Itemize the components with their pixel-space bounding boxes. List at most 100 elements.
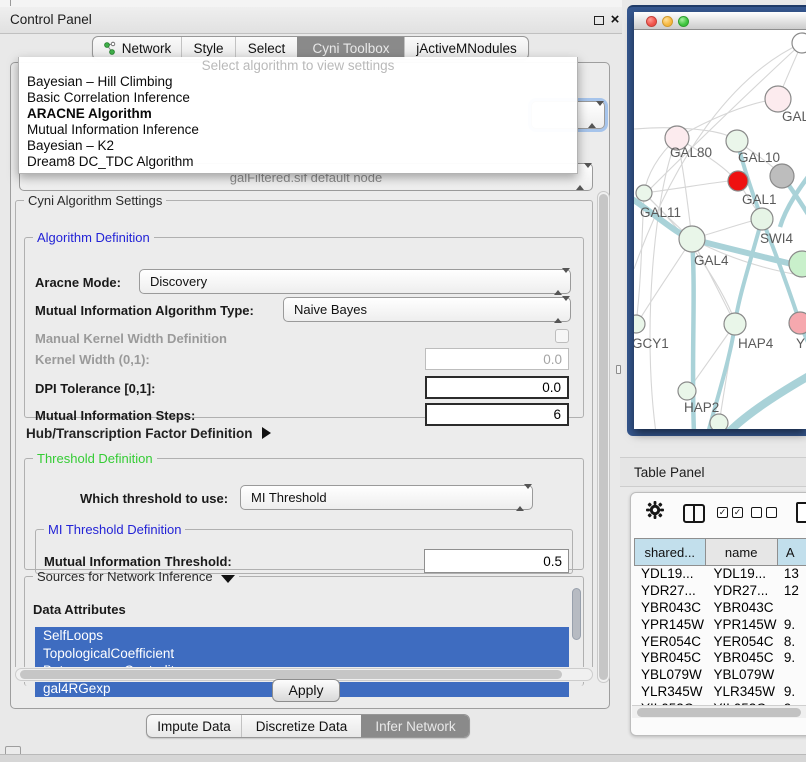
tab-network[interactable]: Network xyxy=(93,37,181,59)
network-node[interactable] xyxy=(636,185,652,201)
network-node[interactable] xyxy=(634,315,645,333)
network-window-titlebar[interactable] xyxy=(634,12,806,30)
tab-style[interactable]: Style xyxy=(181,37,235,59)
network-node[interactable] xyxy=(792,33,806,53)
tab-label: Impute Data xyxy=(157,719,231,734)
list-scrollbar-thumb[interactable] xyxy=(572,588,581,640)
tab-jactivemnodules[interactable]: jActiveMNodules xyxy=(404,37,528,59)
network-node-label: HAP2 xyxy=(684,400,719,415)
column-header-name[interactable]: name xyxy=(706,539,778,565)
network-edge[interactable] xyxy=(728,373,806,429)
gear-icon[interactable] xyxy=(645,500,665,525)
which-threshold-label: Which threshold to use: xyxy=(80,491,228,506)
algorithm-menu-item[interactable]: Dream8 DC_TDC Algorithm xyxy=(19,154,577,170)
network-node[interactable] xyxy=(726,130,748,152)
which-threshold-combobox[interactable]: MI Threshold xyxy=(240,485,533,510)
table-scrollbar-thumb[interactable] xyxy=(637,708,801,717)
table-row[interactable]: YDR27...YDR27...12 xyxy=(634,583,806,600)
tab-cyni-toolbox[interactable]: Cyni Toolbox xyxy=(297,37,404,59)
table-horizontal-scrollbar[interactable] xyxy=(632,705,806,718)
panel-splitter-handle[interactable] xyxy=(616,365,621,374)
algorithm-menu-items: Bayesian – Hill ClimbingBasic Correlatio… xyxy=(19,74,577,170)
network-edge[interactable] xyxy=(677,99,778,138)
column-header-partial[interactable]: A xyxy=(778,539,806,565)
network-node-label: HAP4 xyxy=(738,336,774,351)
manual-kernel-checkbox[interactable] xyxy=(555,329,569,343)
network-canvas[interactable]: GALGAL80GAL10GAL1GAL11SWI4GAL4GCY1HAP4YH… xyxy=(634,31,806,429)
tab-infer-network[interactable]: Infer Network xyxy=(361,715,469,737)
close-traffic-light[interactable] xyxy=(646,16,657,27)
algorithm-definition-legend: Algorithm Definition xyxy=(33,230,154,245)
attribute-list-item[interactable]: SelfLoops xyxy=(35,627,569,645)
tab-label: Discretize Data xyxy=(256,719,348,734)
zoom-traffic-light[interactable] xyxy=(678,16,689,27)
table-row[interactable]: YBL079WYBL079W xyxy=(634,667,806,684)
algorithm-menu-item[interactable]: Bayesian – K2 xyxy=(19,138,577,154)
table-cell: 9. xyxy=(779,684,806,701)
algorithm-menu-item[interactable]: ARACNE Algorithm xyxy=(19,106,577,122)
kernel-width-field[interactable]: 0.0 xyxy=(425,348,569,370)
mi-threshold-label: Mutual Information Threshold: xyxy=(44,554,232,569)
mi-threshold-group: MI Threshold Definition Mutual Informati… xyxy=(35,522,573,574)
tab-impute-data[interactable]: Impute Data xyxy=(147,715,241,737)
network-node-label: GAL xyxy=(782,109,806,124)
close-icon[interactable]: × xyxy=(607,11,623,29)
network-node[interactable] xyxy=(789,312,806,334)
attribute-list-item[interactable]: TopologicalCoefficient xyxy=(35,645,569,663)
network-node-label: GAL1 xyxy=(742,192,777,207)
network-node[interactable] xyxy=(678,382,696,400)
mi-type-label: Mutual Information Algorithm Type: xyxy=(35,303,254,318)
algorithm-menu-item[interactable]: Mutual Information Inference xyxy=(19,122,577,138)
table-cell: YER054C xyxy=(705,634,778,651)
tab-select[interactable]: Select xyxy=(235,37,297,59)
table-cell: YBL079W xyxy=(705,667,778,684)
table-row[interactable]: YER054CYER054C8. xyxy=(634,634,806,651)
table-row[interactable]: YLR345WYLR345W9. xyxy=(634,684,806,701)
threshold-definition-legend: Threshold Definition xyxy=(33,451,157,466)
tab-label: Select xyxy=(248,41,286,56)
tab-discretize-data[interactable]: Discretize Data xyxy=(241,715,361,737)
minimize-traffic-light[interactable] xyxy=(662,16,673,27)
select-all-checkboxes-icon[interactable]: ✓✓ xyxy=(717,507,743,518)
vertical-scrollbar-thumb[interactable] xyxy=(599,194,608,680)
deselect-all-checkboxes-icon[interactable] xyxy=(751,507,777,518)
network-node[interactable] xyxy=(770,164,794,188)
top-strip xyxy=(0,0,622,7)
kernel-width-label: Kernel Width (0,1): xyxy=(35,352,150,367)
table-cell xyxy=(779,600,806,617)
mi-steps-field[interactable]: 6 xyxy=(425,403,569,426)
threshold-definition-group: Threshold Definition Which threshold to … xyxy=(24,451,584,570)
table-cell: 9. xyxy=(779,650,806,667)
vertical-scrollbar[interactable] xyxy=(597,191,610,683)
network-node[interactable] xyxy=(710,414,728,429)
float-window-icon[interactable] xyxy=(594,16,604,25)
network-node[interactable] xyxy=(679,226,705,252)
stepper-icon xyxy=(554,301,563,319)
tab-label: Cyni Toolbox xyxy=(312,41,389,56)
table-cell: 12 xyxy=(779,583,806,600)
network-node[interactable] xyxy=(751,208,773,230)
network-view-frame: GALGAL80GAL10GAL1GAL11SWI4GAL4GCY1HAP4YH… xyxy=(627,5,806,436)
hub-definition-expander[interactable]: Hub/Transcription Factor Definition xyxy=(26,426,271,446)
dpi-tolerance-field[interactable]: 0.0 xyxy=(425,376,569,399)
table-cell: YDL19... xyxy=(705,566,778,583)
network-edge[interactable] xyxy=(638,239,692,322)
column-header-shared-name[interactable]: shared... xyxy=(635,539,706,565)
algorithm-menu-item[interactable]: Basic Correlation Inference xyxy=(19,90,577,106)
document-icon[interactable] xyxy=(796,502,806,523)
network-node[interactable] xyxy=(728,171,748,191)
columns-icon[interactable] xyxy=(683,504,705,523)
table-row[interactable]: YDL19...YDL19...13 xyxy=(634,566,806,583)
network-node[interactable] xyxy=(724,313,746,335)
horizontal-scrollbar-thumb[interactable] xyxy=(20,670,562,679)
table-row[interactable]: YPR145WYPR145W9. xyxy=(634,617,806,634)
stepper-icon xyxy=(516,489,525,507)
aracne-mode-combobox[interactable]: Discovery xyxy=(139,269,571,294)
table-panel: ✓✓ shared... name A YDL19...YDL19...13YD… xyxy=(630,492,806,736)
apply-button[interactable]: Apply xyxy=(272,679,340,702)
network-edge[interactable] xyxy=(650,138,677,429)
table-row[interactable]: YBR045CYBR045C9. xyxy=(634,650,806,667)
algorithm-menu-item[interactable]: Bayesian – Hill Climbing xyxy=(19,74,577,90)
table-row[interactable]: YBR043CYBR043C xyxy=(634,600,806,617)
mi-type-combobox[interactable]: Naive Bayes xyxy=(283,297,571,322)
